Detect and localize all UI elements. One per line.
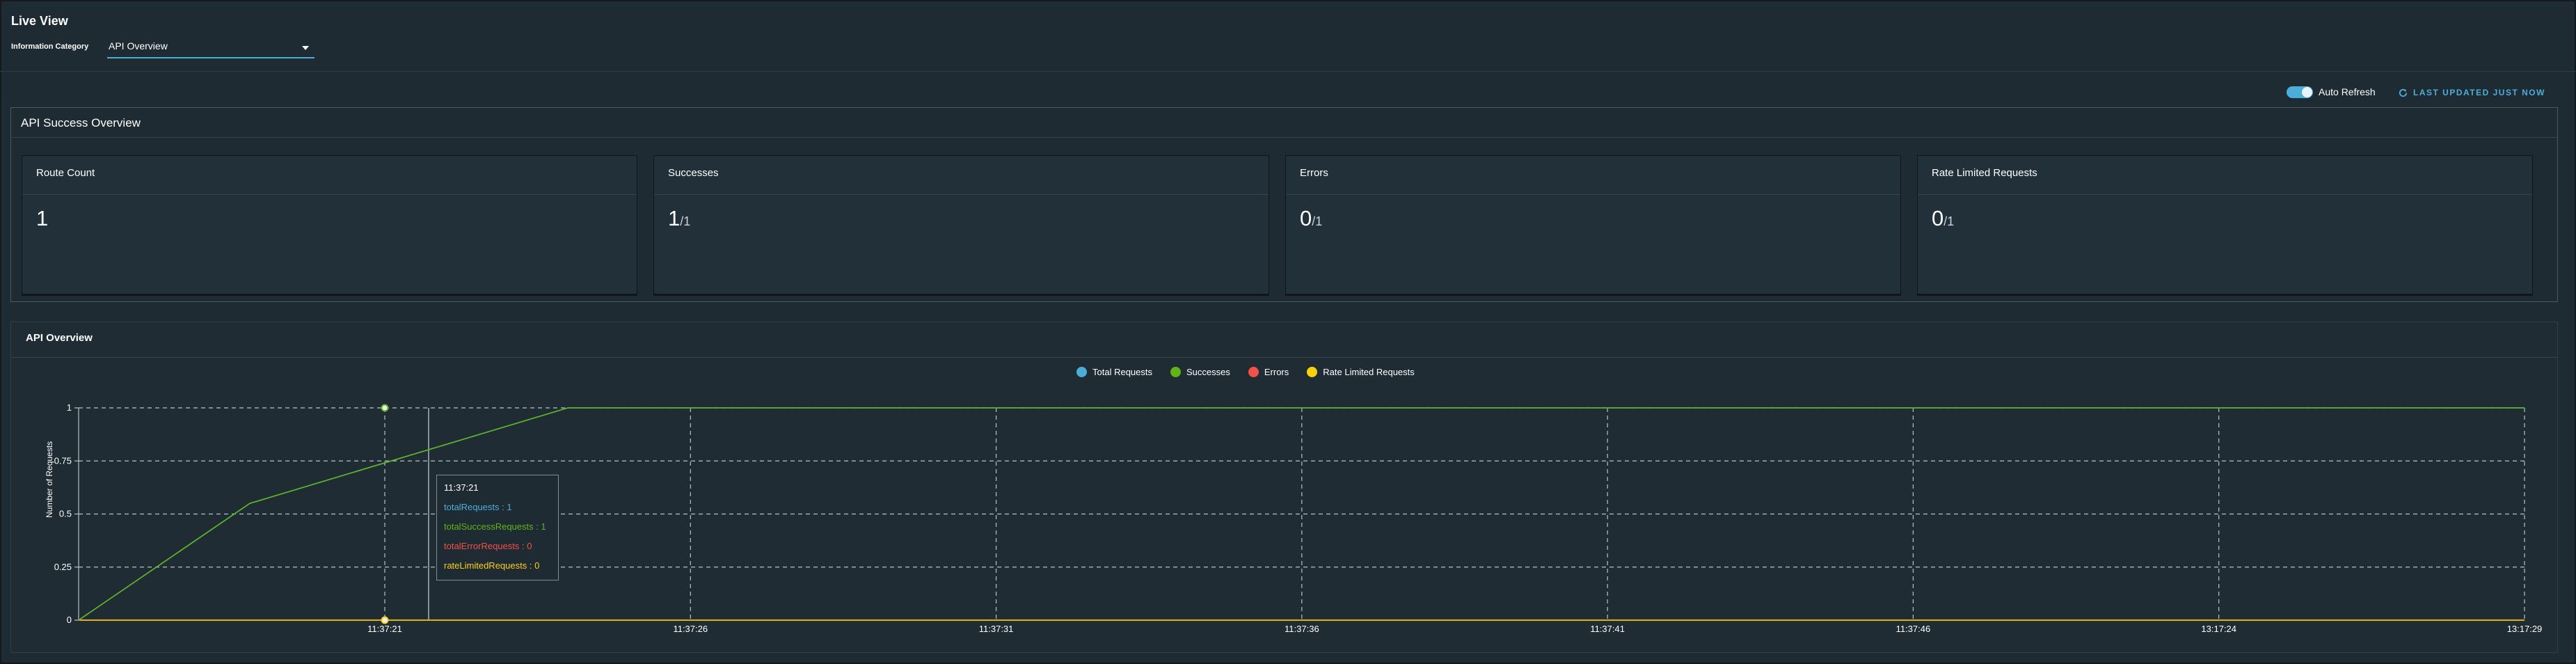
x-tick-label: 11:37:36 [1285,624,1319,634]
api-overview-chart: 0 0.25 0.5 0.75 1 11:37:21 11:37:26 11:37:31 11:… [54,402,2543,634]
tooltip-line: rateLimitedRequests : 0 [444,560,540,571]
y-tick-label: 0.5 [59,509,72,519]
x-tick-label: 11:37:31 [979,624,1014,634]
hover-marker [381,616,389,624]
tooltip-line: totalSuccessRequests : 1 [444,521,546,532]
hover-marker [381,404,389,412]
tooltip-line: totalErrorRequests : 0 [444,541,532,551]
chart-tooltip: 11:37:21 totalRequests : 1 totalSuccessRe… [436,475,559,580]
x-tick-label: 11:37:26 [673,624,708,634]
y-tick-label: 0.75 [54,455,72,466]
x-tick-label: 11:37:41 [1590,624,1625,634]
y-tick-label: 0 [67,615,72,625]
x-tick-label: 13:17:29 [2507,624,2543,634]
y-axis-title: Number of Requests [45,441,54,518]
tooltip-time: 11:37:21 [444,482,479,493]
tooltip-line: totalRequests : 1 [444,502,512,512]
y-tick-label: 1 [67,402,72,413]
x-tick-label: 11:37:21 [367,624,402,634]
y-tick-label: 0.25 [54,562,72,572]
x-tick-label: 11:37:46 [1896,624,1931,634]
x-tick-label: 13:17:24 [2201,624,2236,634]
